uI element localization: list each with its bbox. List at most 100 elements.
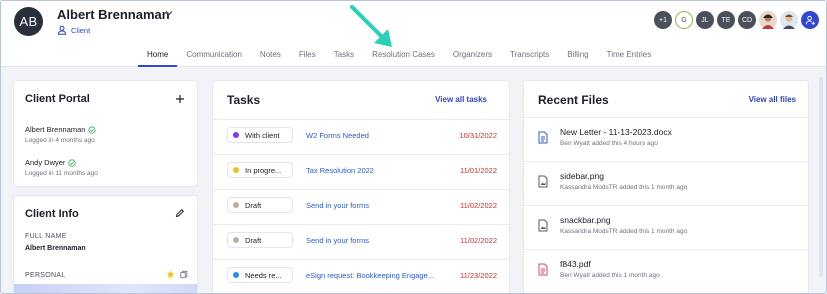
task-due-date: 11/02/2022 bbox=[460, 201, 497, 210]
client-type: Client bbox=[57, 25, 90, 35]
portal-user: Andy Dwyer bbox=[25, 158, 77, 167]
file-name[interactable]: f843.pdf bbox=[560, 259, 591, 269]
task-status-pill[interactable]: Needs re... bbox=[227, 267, 293, 283]
tasks-title: Tasks bbox=[227, 93, 261, 107]
file-meta: Kassandra ModsTR added this 1 month ago bbox=[560, 184, 688, 191]
status-dot bbox=[233, 202, 239, 208]
task-due-date: 10/31/2022 bbox=[459, 131, 497, 140]
task-due-date: 11/02/2022 bbox=[460, 236, 497, 245]
status-dot bbox=[233, 237, 239, 243]
recent-files-title: Recent Files bbox=[538, 93, 609, 107]
portal-user-last-login: Logged in 4 months ago bbox=[25, 137, 95, 144]
client-portal-card: Client Portal Albert Brennaman Logged in… bbox=[13, 80, 198, 187]
copy-icon[interactable] bbox=[180, 270, 188, 279]
task-status: Draft bbox=[245, 235, 262, 245]
app-window: AB Albert Brennaman Client Home Communic… bbox=[0, 0, 827, 294]
task-row[interactable]: With client W2 Forms Needed 10/31/2022 bbox=[213, 119, 509, 150]
portal-user: Albert Brennaman bbox=[25, 125, 97, 134]
file-name[interactable]: sidebar.png bbox=[560, 171, 604, 181]
file-meta: Kassandra ModsTR added this 1 month ago bbox=[560, 228, 688, 235]
avatar-te[interactable]: TE bbox=[717, 11, 735, 29]
image-file-icon bbox=[538, 219, 548, 232]
file-row[interactable]: New Letter - 11-13-2023.docx Ben Wyatt a… bbox=[524, 117, 808, 161]
task-name-link[interactable]: Send in your forms bbox=[306, 201, 369, 210]
verified-check-icon bbox=[88, 125, 97, 134]
avatar-g[interactable]: G bbox=[675, 11, 693, 29]
file-meta: Ben Wyatt added this 4 hours ago bbox=[560, 140, 658, 147]
team-avatars: +1 G JL TE CD bbox=[654, 11, 819, 29]
task-name-link[interactable]: W2 Forms Needed bbox=[306, 131, 369, 140]
recent-files-card: Recent Files View all files New Letter -… bbox=[523, 80, 809, 293]
task-status: In progre... bbox=[245, 165, 282, 175]
task-status: Draft bbox=[245, 200, 262, 210]
tab-time-entries[interactable]: Time Entries bbox=[598, 41, 661, 67]
doc-file-icon bbox=[538, 131, 548, 144]
file-name[interactable]: snackbar.png bbox=[560, 215, 611, 225]
file-name[interactable]: New Letter - 11-13-2023.docx bbox=[560, 127, 672, 137]
client-name: Albert Brennaman bbox=[57, 7, 170, 22]
client-info-card: Client Info FULL NAME Albert Brennaman P… bbox=[13, 195, 198, 293]
file-row[interactable]: sidebar.png Kassandra ModsTR added this … bbox=[524, 161, 808, 205]
tab-billing[interactable]: Billing bbox=[558, 41, 597, 67]
avatar-more[interactable]: +1 bbox=[654, 11, 672, 29]
task-name-link[interactable]: eSign request: Bookkeeping Engage... bbox=[306, 271, 434, 280]
chevron-down-icon[interactable] bbox=[164, 8, 174, 18]
client-portal-title: Client Portal bbox=[25, 93, 90, 105]
person-icon bbox=[57, 25, 67, 35]
tab-files[interactable]: Files bbox=[290, 41, 325, 67]
tab-organizers[interactable]: Organizers bbox=[444, 41, 501, 67]
task-status-pill[interactable]: With client bbox=[227, 127, 293, 143]
page-scrollbar[interactable] bbox=[819, 77, 823, 277]
plus-icon[interactable] bbox=[175, 94, 185, 104]
client-type-label: Client bbox=[71, 25, 91, 35]
view-all-files-link[interactable]: View all files bbox=[749, 95, 796, 104]
task-status: With client bbox=[245, 130, 280, 140]
tab-communication[interactable]: Communication bbox=[177, 41, 251, 67]
file-row[interactable]: f843.pdf Ben Wyatt added this 1 month ag… bbox=[524, 249, 808, 293]
verified-check-icon bbox=[68, 158, 77, 167]
avatar-cd[interactable]: CD bbox=[738, 11, 756, 29]
star-icon[interactable] bbox=[166, 270, 175, 279]
task-status-pill[interactable]: In progre... bbox=[227, 162, 293, 178]
redacted-value bbox=[14, 284, 197, 293]
task-status-pill[interactable]: Draft bbox=[227, 197, 293, 213]
avatar-photo[interactable] bbox=[759, 11, 777, 29]
tab-transcripts[interactable]: Transcripts bbox=[501, 41, 558, 67]
file-meta: Ben Wyatt added this 1 month ago bbox=[560, 272, 660, 279]
task-due-date: 11/01/2022 bbox=[460, 166, 497, 175]
task-name-link[interactable]: Send in your forms bbox=[306, 236, 369, 245]
user-photo-icon bbox=[762, 14, 774, 29]
client-avatar[interactable]: AB bbox=[14, 7, 43, 36]
view-all-tasks-link[interactable]: View all tasks bbox=[435, 95, 487, 104]
client-header: AB Albert Brennaman Client Home Communic… bbox=[1, 1, 826, 67]
tab-home[interactable]: Home bbox=[138, 41, 178, 67]
add-user-icon bbox=[805, 15, 815, 25]
edit-pencil-icon[interactable] bbox=[175, 208, 185, 218]
user-photo-icon bbox=[783, 14, 795, 29]
pdf-file-icon bbox=[538, 263, 548, 276]
tab-notes[interactable]: Notes bbox=[251, 41, 290, 67]
status-dot bbox=[233, 167, 239, 173]
full-name-value: Albert Brennaman bbox=[25, 245, 86, 252]
tasks-card: Tasks View all tasks With client W2 Form… bbox=[212, 80, 510, 293]
image-file-icon bbox=[538, 175, 548, 188]
full-name-label: FULL NAME bbox=[25, 233, 67, 240]
task-row[interactable]: Needs re... eSign request: Bookkeeping E… bbox=[213, 259, 509, 290]
client-info-title: Client Info bbox=[25, 208, 79, 220]
task-status-pill[interactable]: Draft bbox=[227, 232, 293, 248]
portal-user-name: Albert Brennaman bbox=[25, 125, 86, 134]
status-dot bbox=[233, 272, 239, 278]
file-row[interactable]: snackbar.png Kassandra ModsTR added this… bbox=[524, 205, 808, 249]
status-dot bbox=[233, 132, 239, 138]
annotation-arrow-icon bbox=[350, 5, 392, 47]
task-name-link[interactable]: Tax Resolution 2022 bbox=[306, 166, 374, 175]
avatar-photo-2[interactable] bbox=[780, 11, 798, 29]
task-row[interactable]: Draft Send in your forms 11/02/2022 bbox=[213, 224, 509, 255]
add-user-button[interactable] bbox=[801, 11, 819, 29]
task-row[interactable]: Draft Send in your forms 11/02/2022 bbox=[213, 189, 509, 220]
portal-user-last-login: Logged in 11 months ago bbox=[25, 170, 98, 177]
task-row[interactable]: In progre... Tax Resolution 2022 11/01/2… bbox=[213, 154, 509, 185]
task-status: Needs re... bbox=[245, 270, 282, 280]
personal-label: PERSONAL bbox=[25, 272, 66, 279]
avatar-jl[interactable]: JL bbox=[696, 11, 714, 29]
